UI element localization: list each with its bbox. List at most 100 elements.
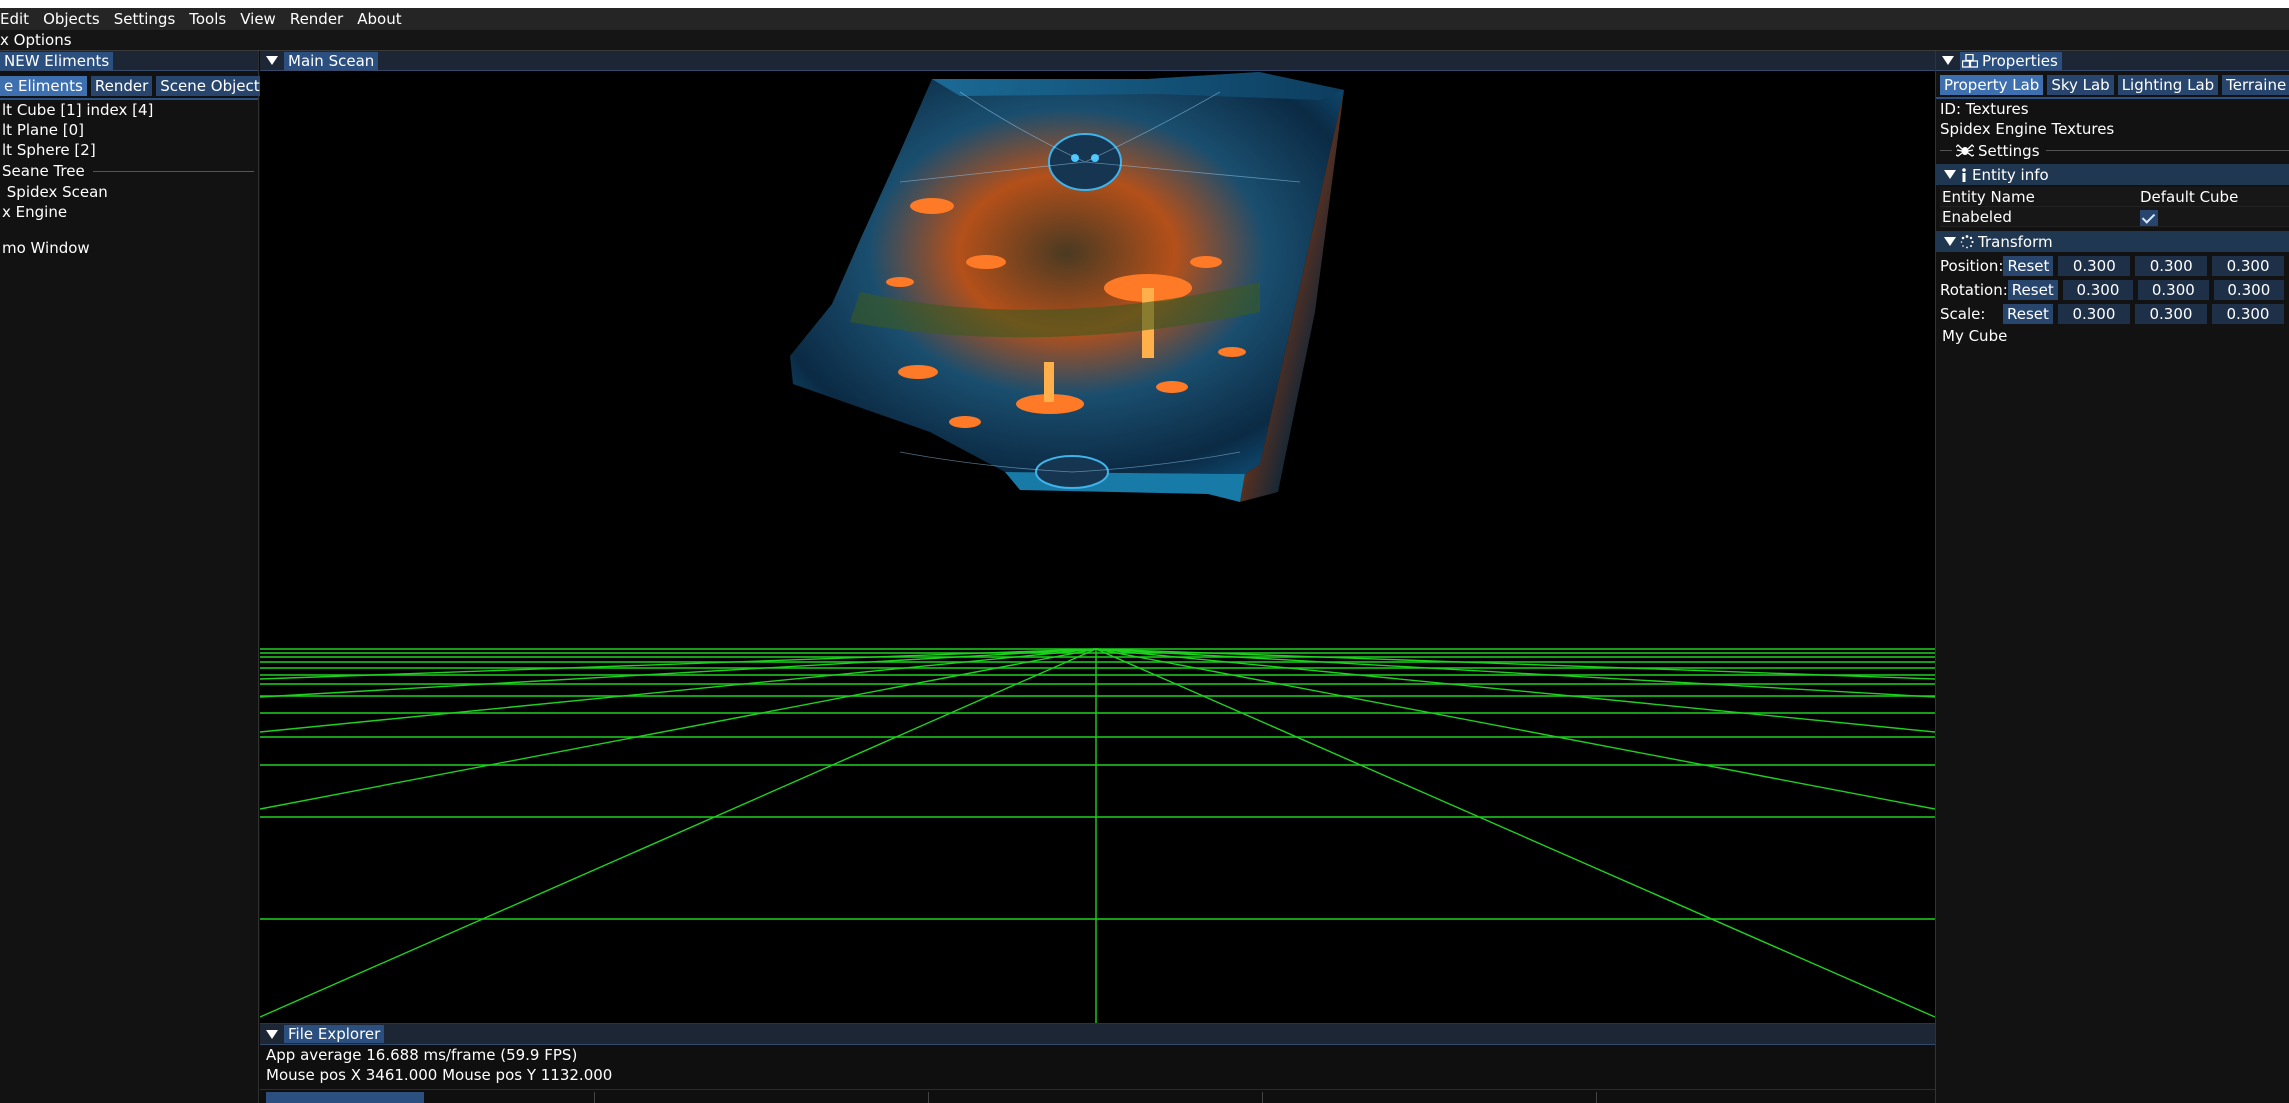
entity-name-row: Entity Name Default Cube — [1940, 187, 2289, 207]
collapse-caret-icon[interactable] — [1944, 170, 1956, 179]
column-divider[interactable] — [928, 1092, 929, 1103]
spider-eye — [1071, 154, 1079, 162]
properties-header[interactable]: Properties — [1936, 51, 2289, 71]
object-name-label: My Cube — [1942, 327, 2008, 345]
mouse-position-readout: Mouse pos X 3461.000 Mouse pos Y 1132.00… — [266, 1066, 613, 1084]
rotation-z-field[interactable]: 0.300 — [2213, 280, 2285, 300]
collapse-caret-icon[interactable] — [1944, 237, 1956, 246]
tab-render[interactable]: Render — [90, 76, 153, 96]
enabled-row: Enabeled — [1940, 207, 2289, 227]
separator-line — [1940, 150, 1952, 151]
left-panel-title: NEW Eliments — [0, 51, 114, 70]
tab-property-lab[interactable]: Property Lab — [1940, 75, 2044, 95]
info-icon — [1962, 167, 1966, 182]
entity-name-value[interactable]: Default Cube — [2136, 187, 2289, 207]
left-panel-tabs: e Eliments Render Scene Objects — [0, 71, 272, 100]
textured-cube[interactable] — [790, 72, 1344, 502]
position-y-field[interactable]: 0.300 — [2135, 256, 2208, 276]
position-row: Position: Reset 0.300 0.300 0.300 — [1940, 254, 2289, 278]
position-z-field[interactable]: 0.300 — [2212, 256, 2284, 276]
left-panel-header[interactable]: NEW Eliments — [0, 51, 258, 71]
tree-item-engine[interactable]: x Engine — [0, 202, 258, 222]
spider-icon — [1956, 143, 1974, 157]
tab-terraine-lab[interactable]: Terraine Lab — [2222, 75, 2289, 95]
tab-sky-lab[interactable]: Sky Lab — [2047, 75, 2114, 95]
tab-scene-objects[interactable]: Scene Objects — [156, 76, 272, 96]
file-columns — [260, 1089, 1935, 1103]
object-item-plane[interactable]: lt Plane [0] — [0, 120, 258, 140]
column-divider[interactable] — [1262, 1092, 1263, 1103]
spider-eye — [1091, 154, 1099, 162]
enabled-label: Enabeled — [1940, 207, 2136, 227]
separator-line — [2045, 150, 2289, 151]
enabled-cell — [2136, 207, 2289, 227]
scale-z-field[interactable]: 0.300 — [2211, 304, 2285, 324]
properties-panel: Properties Property Lab Sky Lab Lighting… — [1935, 51, 2289, 1103]
demo-window-item[interactable]: mo Window — [0, 238, 258, 258]
window-title-strip — [0, 0, 2289, 8]
properties-tabs: Property Lab Sky Lab Lighting Lab Terrai… — [1936, 71, 2289, 99]
viewport-header[interactable]: Main Scean — [260, 51, 1935, 71]
collapse-caret-icon[interactable] — [1942, 56, 1954, 65]
tree-item-scean[interactable]: Spidex Scean — [0, 182, 258, 202]
scene-tree-separator: Seane Tree — [0, 160, 258, 182]
file-explorer-header[interactable]: File Explorer — [260, 1024, 1935, 1045]
main-viewport[interactable]: Main Scean — [260, 51, 1935, 1023]
scale-x-field[interactable]: 0.300 — [2057, 304, 2130, 324]
transform-title: Transform — [1978, 232, 2053, 251]
column-divider[interactable] — [1596, 1092, 1597, 1103]
rotation-label: Rotation: — [1940, 281, 2008, 299]
object-item-sphere[interactable]: lt Sphere [2] — [0, 140, 258, 160]
properties-title: Properties — [1982, 51, 2058, 70]
menu-tools[interactable]: Tools — [189, 10, 226, 28]
position-x-field[interactable]: 0.300 — [2058, 256, 2131, 276]
menu-settings[interactable]: Settings — [114, 10, 176, 28]
object-item-cube[interactable]: lt Cube [1] index [4] — [0, 100, 258, 120]
tab-eliments[interactable]: e Eliments — [0, 76, 87, 96]
fps-readout: App average 16.688 ms/frame (59.9 FPS) — [266, 1046, 578, 1064]
tree-item-scean-label: Spidex Scean — [6, 183, 108, 201]
options-label[interactable]: x Options — [0, 31, 72, 49]
position-label: Position: — [1940, 257, 2004, 275]
menu-about[interactable]: About — [357, 10, 401, 28]
file-column-selected[interactable] — [266, 1092, 424, 1103]
collapse-caret-icon[interactable] — [266, 56, 278, 65]
rotation-y-field[interactable]: 0.300 — [2138, 280, 2209, 300]
entity-info-header[interactable]: Entity info — [1936, 164, 2289, 185]
scale-row: Scale: Reset 0.300 0.300 0.300 — [1940, 302, 2289, 326]
floor-grid — [260, 648, 1935, 1023]
viewport-title: Main Scean — [284, 51, 379, 70]
id-label: ID: Textures — [1940, 100, 2029, 118]
settings-separator: Settings — [1936, 139, 2289, 162]
transform-header[interactable]: Transform — [1936, 231, 2289, 252]
rotation-reset-button[interactable]: Reset — [2007, 280, 2058, 300]
cubes-icon — [1962, 53, 1978, 68]
scale-y-field[interactable]: 0.300 — [2134, 304, 2207, 324]
scene-canvas[interactable] — [260, 72, 1935, 1023]
cube-front-face — [790, 72, 1344, 474]
file-explorer-title: File Explorer — [284, 1025, 385, 1043]
left-panel: NEW Eliments e Eliments Render Scene Obj… — [0, 51, 272, 1103]
menu-render[interactable]: Render — [290, 10, 343, 28]
column-divider[interactable] — [594, 1092, 595, 1103]
file-explorer-panel: File Explorer App average 16.688 ms/fram… — [260, 1023, 1935, 1103]
scene-tree-title: Seane Tree — [2, 162, 85, 180]
entity-name-label: Entity Name — [1940, 187, 2136, 207]
scale-reset-button[interactable]: Reset — [2003, 304, 2053, 324]
settings-label: Settings — [1978, 141, 2040, 160]
menu-view[interactable]: View — [240, 10, 276, 28]
options-bar: x Options — [0, 30, 2289, 51]
collapse-caret-icon[interactable] — [266, 1029, 278, 1039]
entity-info-title: Entity info — [1972, 165, 2049, 184]
enabled-checkbox[interactable] — [2140, 210, 2158, 226]
scale-label: Scale: — [1940, 305, 1986, 323]
menu-objects[interactable]: Objects — [43, 10, 100, 28]
separator-line — [92, 170, 254, 172]
rotation-row: Rotation: Reset 0.300 0.300 0.300 — [1940, 278, 2289, 302]
rotation-x-field[interactable]: 0.300 — [2062, 280, 2134, 300]
position-reset-button[interactable]: Reset — [2003, 256, 2054, 276]
tab-lighting-lab[interactable]: Lighting Lab — [2117, 75, 2219, 95]
menu-edit[interactable]: Edit — [0, 10, 29, 28]
spinner-icon — [1960, 234, 1974, 248]
menu-bar: Edit Objects Settings Tools View Render … — [0, 8, 2289, 30]
